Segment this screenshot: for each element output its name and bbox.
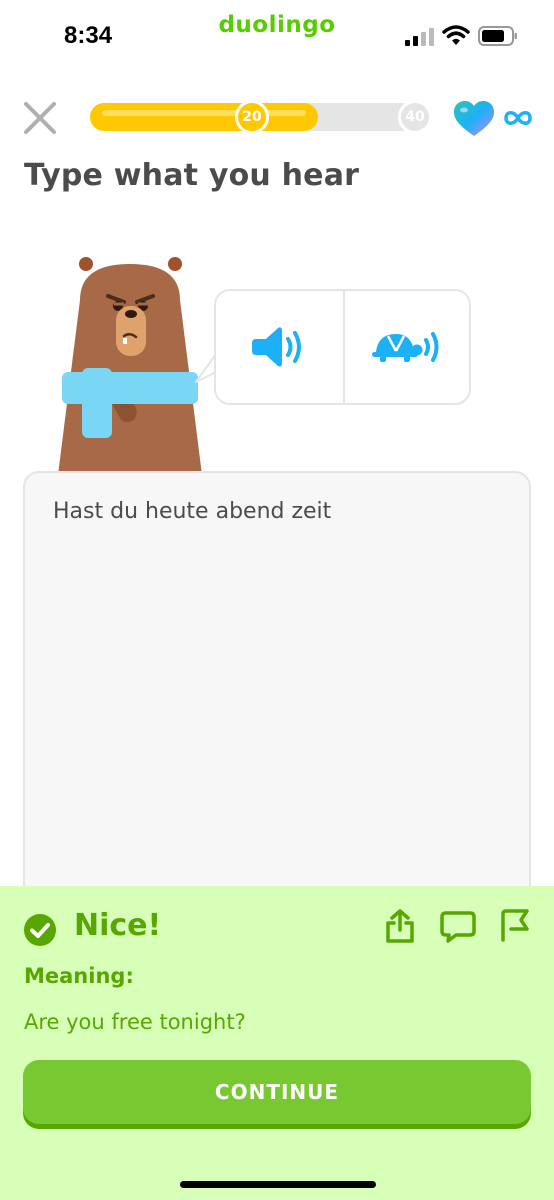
play-slow-audio-button[interactable]: [345, 291, 469, 403]
play-audio-button[interactable]: [216, 291, 343, 403]
close-icon[interactable]: [20, 98, 60, 138]
meaning-label: Meaning:: [24, 964, 134, 988]
lesson-progress-fill: [90, 103, 318, 131]
turtle-slow-speaker-icon: [372, 332, 439, 362]
check-circle-icon: [24, 914, 56, 946]
flag-icon[interactable]: [497, 908, 531, 942]
answer-textarea[interactable]: Hast du heute abend zeit: [23, 471, 531, 931]
heart-icon[interactable]: [452, 100, 496, 138]
lesson-progress-bar: 20 40: [90, 100, 432, 134]
audio-bubble: [214, 289, 471, 405]
status-app-name: duolingo: [218, 12, 336, 38]
feedback-title: Nice!: [74, 908, 162, 943]
infinity-icon: [504, 111, 532, 125]
continue-button[interactable]: CONTINUE: [23, 1060, 531, 1124]
share-icon[interactable]: [384, 908, 416, 944]
milestone-badge-20: 20: [235, 100, 269, 134]
cellular-signal-icon: [405, 28, 434, 46]
page-title: Type what you hear: [24, 158, 360, 193]
meaning-text: Are you free tonight?: [24, 1010, 246, 1034]
wifi-icon: [442, 25, 470, 45]
bear-character: [58, 257, 202, 475]
speaker-icon: [251, 327, 301, 367]
comment-icon[interactable]: [440, 910, 476, 944]
battery-icon: [478, 26, 517, 46]
progress-highlight: [102, 110, 306, 116]
milestone-badge-40: 40: [398, 100, 432, 134]
home-indicator[interactable]: [180, 1181, 376, 1188]
answer-text: Hast du heute abend zeit: [53, 499, 332, 524]
status-bar: 8:34 duolingo: [0, 0, 554, 70]
